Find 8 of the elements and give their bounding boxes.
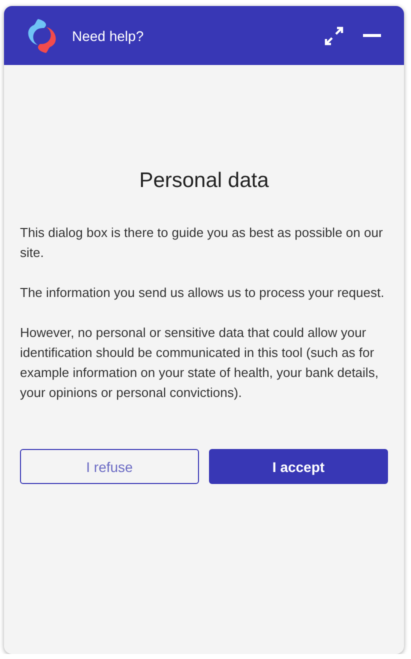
paragraph: However, no personal or sensitive data that could allow your identification should be communicated in this tool (such as for example information on your state of health, your bank details, your opinions or personal convictions).	[20, 324, 380, 402]
logo-icon	[26, 16, 58, 54]
refuse-button[interactable]: I refuse	[20, 449, 199, 484]
accept-button[interactable]: I accept	[209, 449, 388, 484]
paragraph: The information you send us allows us to process your request.	[20, 284, 386, 302]
header-title: Need help?	[72, 28, 145, 44]
paragraph: This dialog box is there to guide you as best as possible on our site.	[20, 224, 384, 262]
dialog-title: Personal data	[138, 169, 270, 193]
